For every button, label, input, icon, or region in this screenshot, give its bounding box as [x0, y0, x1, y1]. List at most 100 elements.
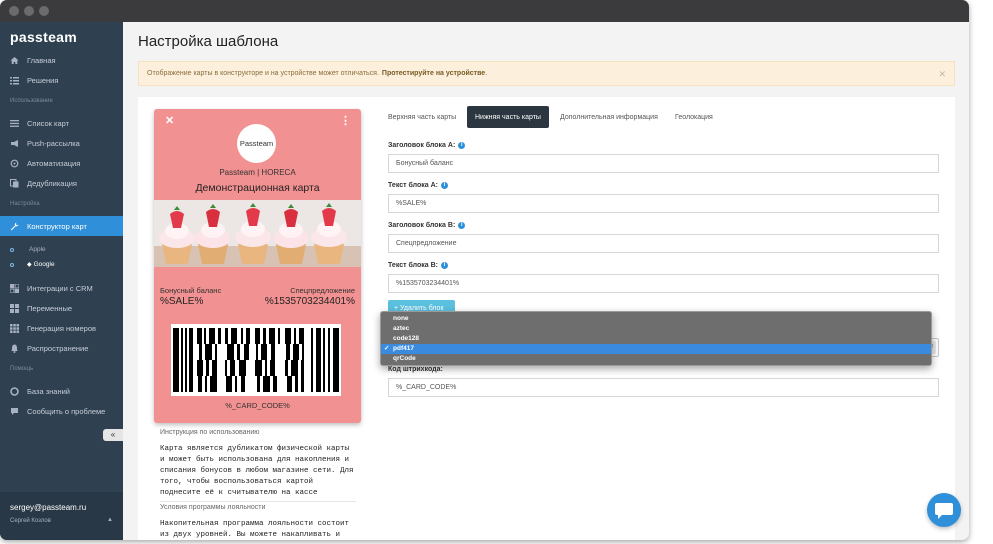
card-org: Passteam | HORECA: [219, 168, 296, 177]
sidebar-collapse-button[interactable]: «: [103, 429, 123, 441]
alert-test-link[interactable]: Протестируйте на устройстве: [382, 70, 485, 77]
bell-icon: [10, 344, 19, 353]
dropdown-option-label: pdf417: [393, 345, 414, 352]
info-icon[interactable]: i: [458, 142, 466, 149]
tab-card-top[interactable]: Верхняя часть карты: [380, 106, 464, 128]
section-help-heading: Помощь: [10, 366, 34, 372]
field-a-title-label: Заголовок блока A: i: [388, 142, 466, 149]
instructions-label: Инструкция по использованию: [160, 429, 260, 436]
sidebar-item-label: Сообщить о проблеме: [27, 406, 106, 416]
sidebar-item-report-problem[interactable]: Сообщить о проблеме: [0, 401, 123, 421]
sidebar-item-crm[interactable]: Интеграции с CRM: [0, 278, 123, 298]
close-icon[interactable]: ✕: [165, 114, 174, 127]
sidebar-item-card-list[interactable]: Список карт: [0, 113, 123, 133]
dropdown-option-pdf417[interactable]: ✓ pdf417: [381, 344, 931, 354]
section-settings-heading: Настройка: [10, 201, 40, 207]
barcode-type-dropdown[interactable]: none aztec code128 ✓ pdf417 qrCode: [380, 311, 932, 366]
sidebar-item-push[interactable]: Push-рассылка: [0, 133, 123, 153]
sidebar-item-card-builder[interactable]: Конструктор карт: [0, 216, 123, 236]
user-profile[interactable]: sergey@passteam.ru Сергей Козлов ▲: [0, 492, 123, 540]
sidebar-item-label: Автоматизация: [27, 158, 81, 168]
user-name: Сергей Козлов: [10, 518, 51, 524]
sidebar-item-dedup[interactable]: Дедубликация: [0, 173, 123, 193]
field-label-text: Заголовок блока B:: [388, 222, 456, 229]
home-icon: [10, 56, 19, 65]
dropdown-option-aztec[interactable]: aztec: [381, 324, 931, 334]
sidebar-item-label: Решения: [27, 75, 59, 85]
card-strip-image[interactable]: [154, 200, 361, 267]
sidebar-item-label: Список карт: [27, 118, 70, 128]
sidebar-subitem-label: Apple: [29, 246, 46, 253]
dropdown-option-qrcode[interactable]: qrCode: [381, 354, 931, 364]
sidebar-item-solutions[interactable]: Решения: [0, 70, 123, 90]
card-field-b-label: Спецпредложение: [290, 286, 355, 295]
card-field-a-value: %SALE%: [160, 296, 204, 307]
window-titlebar: [0, 0, 969, 22]
card-title: Демонстрационная карта: [195, 182, 320, 194]
field-label-text: Заголовок блока A:: [388, 142, 456, 149]
card-code-text: %_CARD_CODE%: [225, 401, 290, 410]
field-a-text-label: Текст блока A: i: [388, 182, 449, 189]
conditions-text: Накопительная программа лояльности состо…: [160, 520, 350, 539]
sidebar-item-automation[interactable]: Автоматизация: [0, 153, 123, 173]
sidebar-subitem-google[interactable]: ◆ Google: [10, 261, 55, 268]
radio-dot-icon: [10, 247, 14, 252]
google-glyph: ◆: [27, 262, 32, 268]
sidebar-subitem-apple[interactable]: Apple: [10, 246, 46, 253]
sidebar-item-label: Конструктор карт: [27, 221, 87, 231]
barcode-icon: [10, 323, 19, 333]
radio-dot-icon: [10, 262, 14, 267]
logo[interactable]: passteam: [10, 29, 77, 45]
sidebar-item-label: Push-рассылка: [27, 138, 80, 148]
field-label-text: Текст блока B:: [388, 262, 439, 269]
sidebar-item-knowledge-base[interactable]: База знаний: [0, 381, 123, 401]
field-a-text-input[interactable]: %SALE%: [388, 194, 939, 213]
tab-card-bottom[interactable]: Нижняя часть карты: [467, 106, 549, 128]
field-b-title-label: Заголовок блока B: i: [388, 222, 466, 229]
tab-additional-info[interactable]: Дополнительная информация: [552, 106, 666, 128]
sidebar-subitem-label: Google: [33, 261, 55, 268]
close-icon[interactable]: ✕: [938, 69, 946, 80]
field-a-title-input[interactable]: Бонусный баланс: [388, 154, 939, 173]
barcode-code-label: Код штрихкода:: [388, 366, 443, 373]
cards-icon: [10, 119, 19, 128]
dropdown-option-none[interactable]: none: [381, 314, 931, 324]
field-b-text-input[interactable]: %1535703234401%: [388, 274, 939, 293]
chat-bubble-icon: [935, 503, 953, 519]
sidebar-item-label: Интеграции с CRM: [27, 283, 93, 293]
barcode-code-input[interactable]: %_CARD_CODE%: [388, 378, 939, 397]
sidebar-item-number-gen[interactable]: Генерация номеров: [0, 318, 123, 338]
more-vertical-icon[interactable]: ⋮: [340, 114, 351, 127]
card-logo[interactable]: Passteam: [237, 124, 276, 163]
alert-banner: Отображение карты в конструкторе и на ус…: [138, 61, 955, 86]
sidebar-item-variables[interactable]: Переменные: [0, 298, 123, 318]
sidebar-item-distribution[interactable]: Распространение: [0, 338, 123, 358]
alert-period: .: [485, 70, 488, 77]
divider: [160, 501, 356, 502]
cupcakes-image: [154, 200, 361, 267]
lifebuoy-icon: [10, 386, 19, 396]
tab-geolocation[interactable]: Геолокация: [667, 106, 721, 128]
window-minimize-dot[interactable]: [24, 6, 34, 16]
sidebar-item-label: Главная: [27, 55, 56, 65]
grid-icon: [10, 303, 19, 313]
pdf417-barcode-icon: [173, 328, 339, 392]
field-b-title-input[interactable]: Спецпредложение: [388, 234, 939, 253]
dropdown-option-code128[interactable]: code128: [381, 334, 931, 344]
sidebar-item-label: Распространение: [27, 343, 89, 353]
card-field-a-label: Бонусный баланс: [160, 286, 222, 295]
info-icon[interactable]: i: [458, 222, 466, 229]
alert-text: Отображение карты в конструкторе и на ус…: [147, 70, 379, 77]
window-zoom-dot[interactable]: [39, 6, 49, 16]
wrench-icon: [10, 222, 19, 231]
megaphone-icon: [10, 139, 19, 148]
conditions-label: Условия программы лояльности: [160, 504, 266, 511]
info-icon[interactable]: i: [441, 182, 449, 189]
refresh-icon: [10, 159, 19, 168]
card-field-b-value: %1535703234401%: [264, 296, 355, 307]
window-close-dot[interactable]: [9, 6, 19, 16]
chat-widget-button[interactable]: [927, 493, 961, 527]
sidebar-item-label: Переменные: [27, 303, 73, 313]
sidebar-item-home[interactable]: Главная: [0, 50, 123, 70]
info-icon[interactable]: i: [441, 262, 449, 269]
